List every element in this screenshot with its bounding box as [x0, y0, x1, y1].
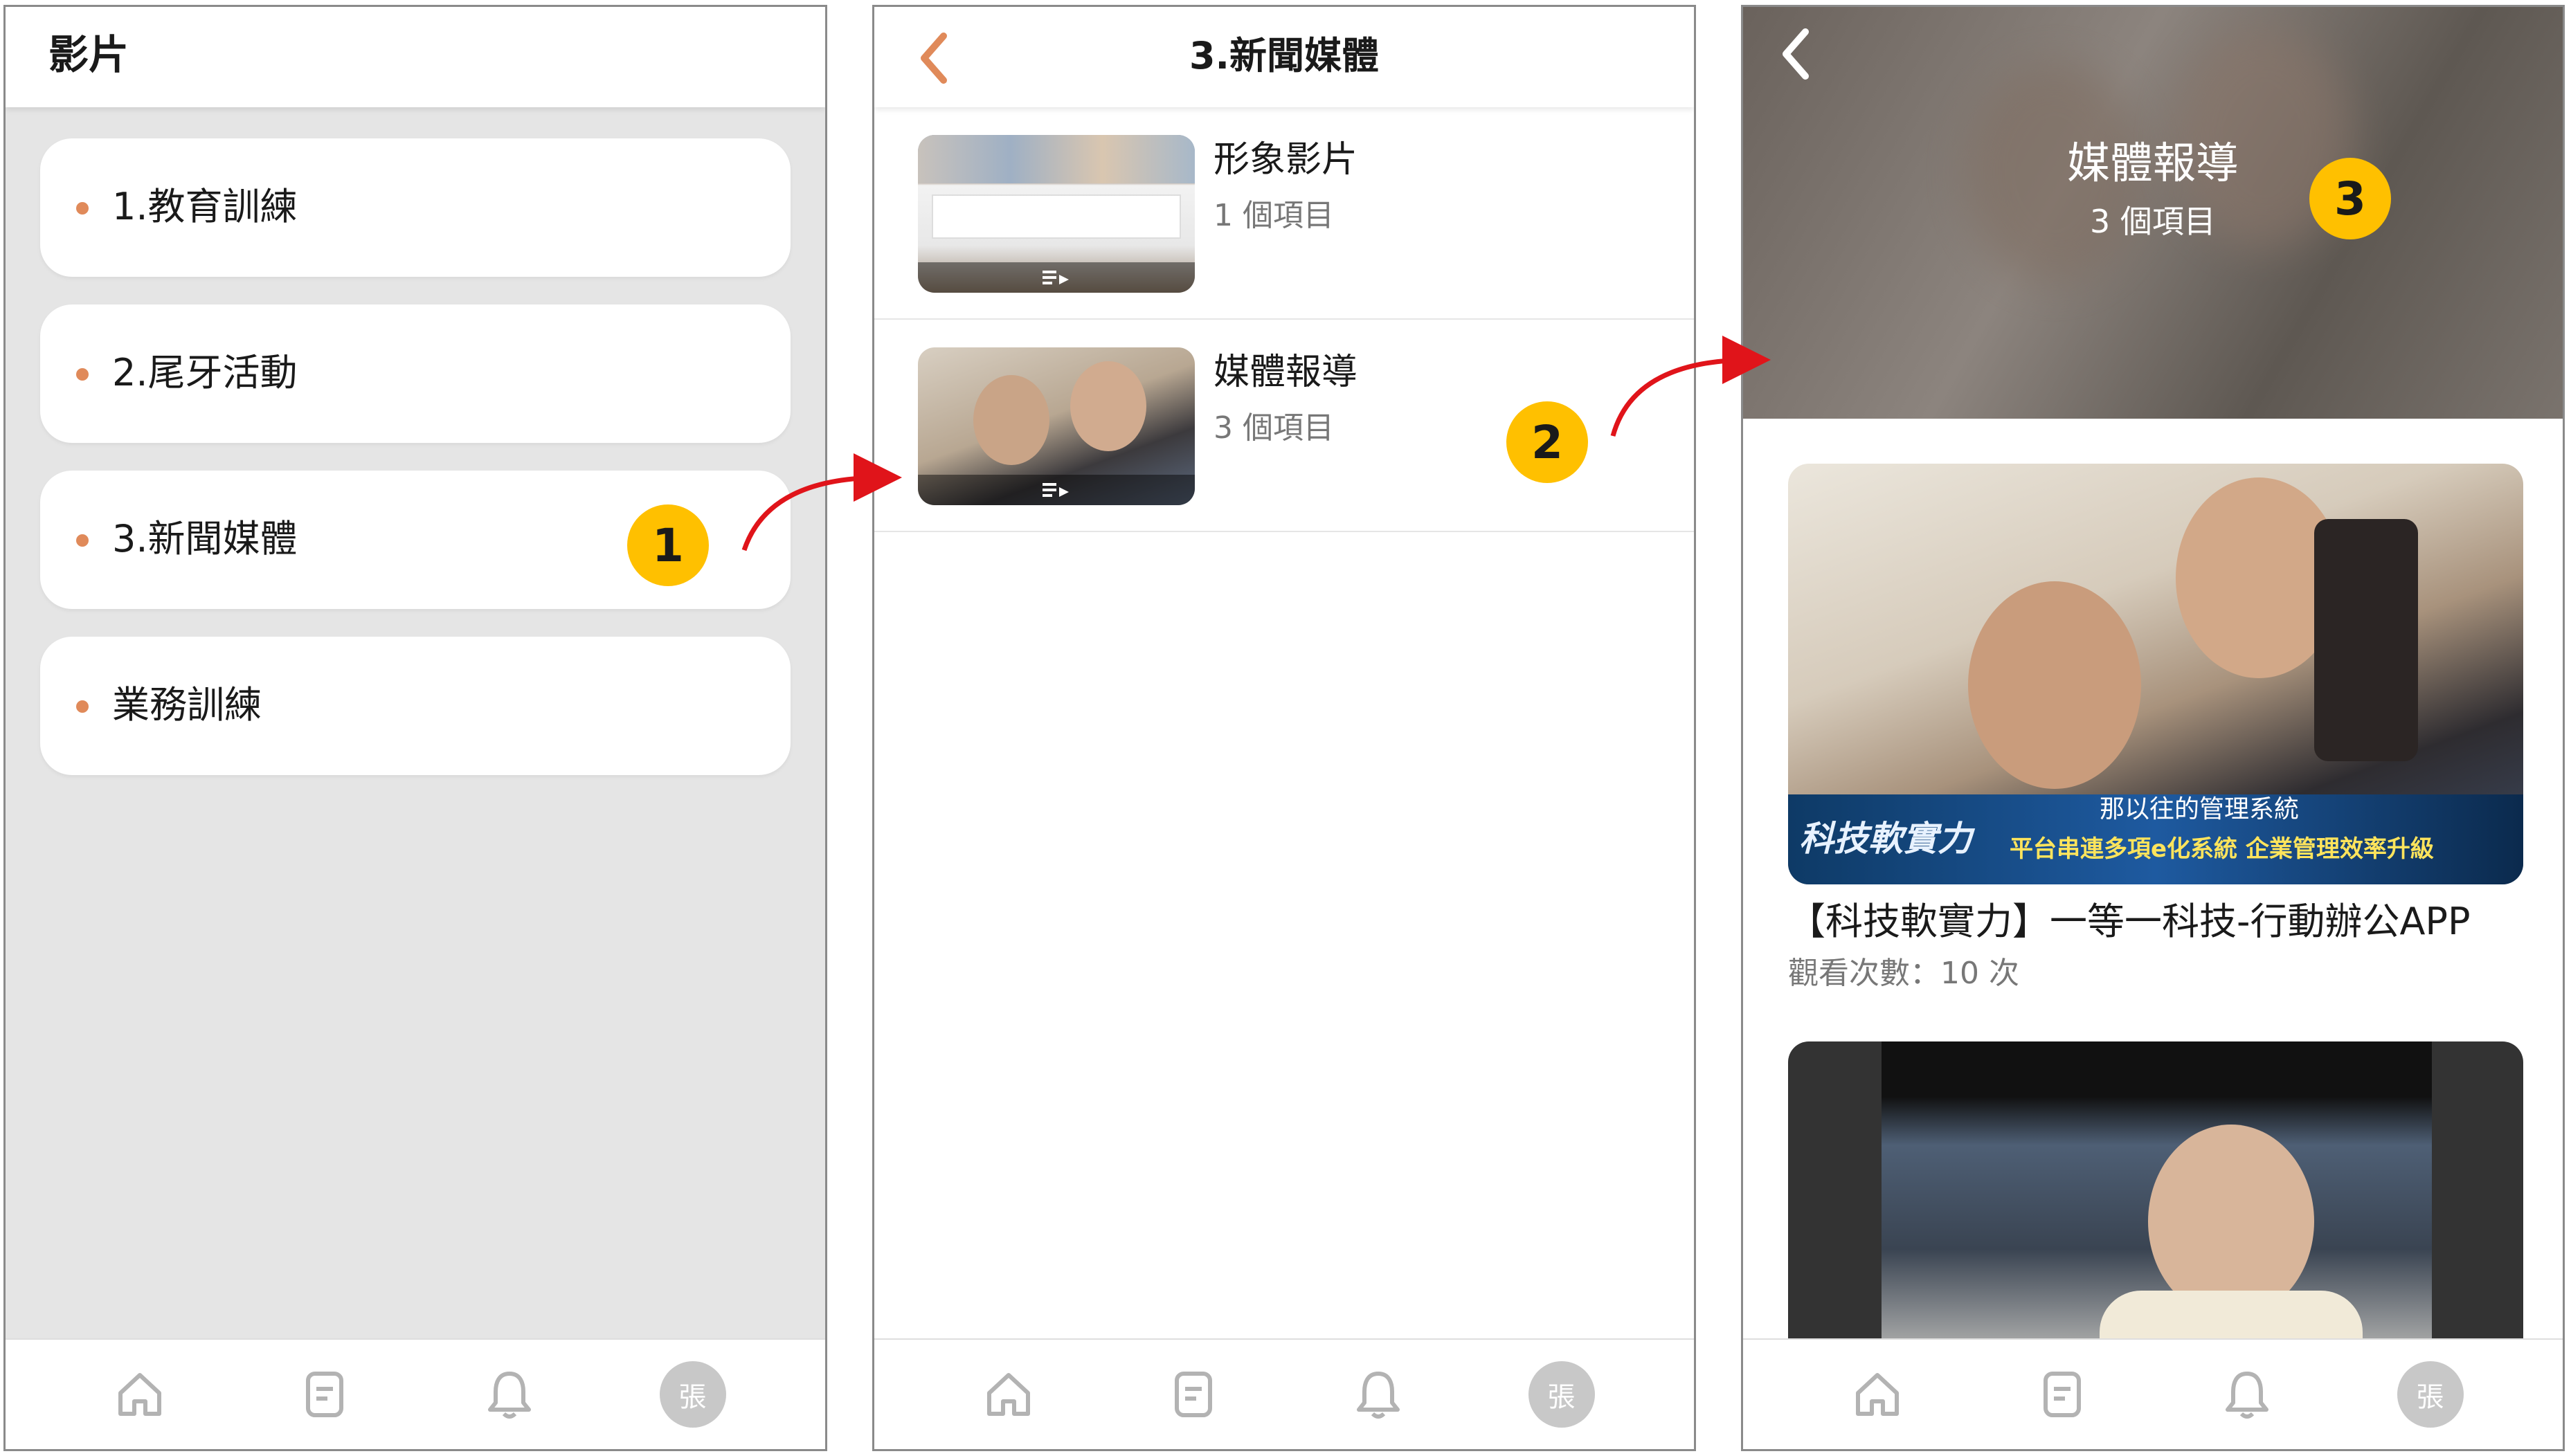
- bullet-dot: [76, 700, 89, 713]
- playlist-hero: 媒體報導 3 個項目: [1743, 7, 2563, 419]
- home-icon[interactable]: [105, 1360, 174, 1429]
- playlist-icon: [1043, 271, 1069, 284]
- category-list: 1.教育訓練 2.尾牙活動 3.新聞媒體 業務訓練: [6, 138, 825, 803]
- bullet-dot: [76, 202, 89, 215]
- document-icon[interactable]: [290, 1360, 359, 1429]
- playlist-icon: [1043, 483, 1069, 497]
- chevron-left-icon: [1783, 28, 1809, 80]
- bell-icon[interactable]: [1344, 1360, 1413, 1429]
- news-ticker: 平台串連多項e化系統 企業管理效率升級: [2010, 835, 2434, 863]
- playlist-count: 3 個項目: [1214, 410, 1334, 446]
- video-thumbnail[interactable]: [1788, 1041, 2523, 1387]
- playlist-title: 媒體報導: [2066, 138, 2239, 188]
- playlist-thumbnail: [918, 135, 1195, 293]
- screen-news-media: 3.新聞媒體 形象影片 1 個項目 媒體報導 3 個項目 張 2: [872, 5, 1696, 1451]
- step-marker-2: 2: [1506, 401, 1588, 483]
- video-views: 觀看次數：10 次: [1788, 956, 2019, 991]
- video-thumbnail[interactable]: 科技軟實力 那以往的管理系統 平台串連多項e化系統 企業管理效率升級: [1788, 464, 2523, 884]
- playlist-title: 形象影片: [1214, 139, 1358, 181]
- bell-icon[interactable]: [2212, 1360, 2282, 1429]
- category-item-business-training[interactable]: 業務訓練: [40, 637, 791, 775]
- avatar[interactable]: 張: [659, 1361, 726, 1428]
- bullet-dot: [76, 368, 89, 381]
- bell-icon[interactable]: [475, 1360, 544, 1429]
- playlist-item-brand-video[interactable]: 形象影片 1 個項目: [874, 107, 1694, 320]
- video-title[interactable]: 【科技軟實力】一等一科技-行動辦公APP: [1788, 903, 2471, 940]
- home-icon[interactable]: [974, 1360, 1043, 1429]
- page-title: 影片: [48, 31, 129, 78]
- category-label: 2.尾牙活動: [112, 351, 298, 394]
- subtitle-caption: 那以往的管理系統: [2100, 795, 2300, 823]
- step-marker-1: 1: [627, 504, 709, 586]
- bottom-nav: 張: [1743, 1338, 2563, 1449]
- category-label: 1.教育訓練: [112, 185, 298, 228]
- playlist-overlay: [918, 262, 1195, 293]
- bottom-nav: 張: [6, 1338, 825, 1449]
- avatar[interactable]: 張: [1528, 1361, 1595, 1428]
- playlist-count: 3 個項目: [2090, 203, 2216, 240]
- playlist-title: 媒體報導: [1214, 352, 1358, 393]
- document-icon[interactable]: [1159, 1360, 1228, 1429]
- screen-media-coverage: 媒體報導 3 個項目 科技軟實力 那以往的管理系統 平台串連多項e化系統 企業管…: [1741, 5, 2565, 1451]
- screen-video-categories: 影片 1.教育訓練 2.尾牙活動 3.新聞媒體 業務訓練 張 1: [3, 5, 827, 1451]
- category-item-year-end-party[interactable]: 2.尾牙活動: [40, 304, 791, 443]
- category-label: 3.新聞媒體: [112, 517, 298, 561]
- playlist-overlay: [918, 475, 1195, 505]
- avatar[interactable]: 張: [2397, 1361, 2464, 1428]
- home-icon[interactable]: [1843, 1360, 1912, 1429]
- category-item-education-training[interactable]: 1.教育訓練: [40, 138, 791, 277]
- category-label: 業務訓練: [112, 683, 262, 727]
- bottom-nav: 張: [874, 1338, 1694, 1449]
- playlist-count: 1 個項目: [1214, 198, 1334, 233]
- document-icon[interactable]: [2028, 1360, 2097, 1429]
- app-header: 影片: [6, 7, 825, 107]
- bullet-dot: [76, 534, 89, 547]
- back-button[interactable]: [1771, 26, 1819, 82]
- show-logo: 科技軟實力: [1799, 819, 1972, 859]
- step-marker-3: 3: [2309, 158, 2391, 239]
- playlist-thumbnail: [918, 347, 1195, 505]
- app-header: 3.新聞媒體: [874, 7, 1694, 107]
- page-title: 3.新聞媒體: [1189, 34, 1380, 78]
